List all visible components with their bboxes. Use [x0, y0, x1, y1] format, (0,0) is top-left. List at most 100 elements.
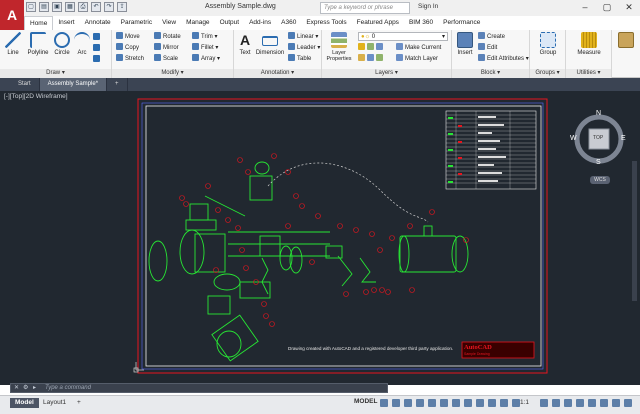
draw-extra-icon[interactable] [93, 44, 102, 53]
lock-icon[interactable] [576, 399, 584, 407]
layer-tools-icons[interactable] [358, 43, 385, 52]
insert-button[interactable]: Insert [454, 32, 476, 56]
share-icon[interactable]: ⇪ [117, 2, 127, 12]
create-button[interactable]: Create [478, 32, 505, 41]
text-button[interactable]: A Text [236, 32, 254, 56]
table-button[interactable]: Table [288, 54, 311, 63]
viewport-label[interactable]: [-][Top][2D Wireframe] [4, 93, 68, 100]
layer-properties-button[interactable]: Layer Properties [324, 32, 354, 62]
rotate-button[interactable]: Rotate [154, 32, 181, 41]
edit-button[interactable]: Edit [478, 43, 497, 52]
tab-a360[interactable]: A360 [276, 16, 301, 30]
close-icon[interactable]: ✕ [14, 384, 19, 392]
clean-screen-icon[interactable] [612, 399, 620, 407]
close-icon[interactable]: ✕ [618, 0, 640, 16]
utilities-panel-title[interactable]: Utilities ▾ [566, 69, 611, 78]
move-button[interactable]: Move [116, 32, 140, 41]
scale-button[interactable]: Scale [154, 54, 178, 63]
new-icon[interactable]: ▢ [26, 2, 36, 12]
layers-panel-title[interactable]: Layers ▾ [322, 69, 451, 78]
application-menu-button[interactable]: A [0, 0, 24, 30]
modify-panel-title[interactable]: Modify ▾ [112, 69, 233, 78]
isodraft-icon[interactable] [428, 399, 436, 407]
tab-model[interactable]: Model [10, 398, 39, 408]
stretch-button[interactable]: Stretch [116, 54, 144, 63]
tab-express-tools[interactable]: Express Tools [301, 16, 351, 30]
line-button[interactable]: Line [4, 32, 22, 56]
save-icon[interactable]: ▣ [52, 2, 62, 12]
undo-icon[interactable]: ↶ [91, 2, 101, 12]
tab-manage[interactable]: Manage [181, 16, 215, 30]
selection-cycling-icon[interactable] [488, 399, 496, 407]
drawing-canvas[interactable]: Drawing created with AutoCAD and a regis… [0, 91, 640, 385]
object-snap-icon[interactable] [452, 399, 460, 407]
clipboard-button[interactable] [616, 32, 636, 50]
wrench-icon[interactable]: ⚙ [23, 384, 28, 392]
tab-start[interactable]: Start [0, 78, 40, 91]
viewcube[interactable]: TOP N S E W WCS [568, 108, 630, 184]
layer-dropdown[interactable]: ●☼ 0 ▾ [358, 32, 448, 41]
transparency-icon[interactable] [476, 399, 484, 407]
tab-parametric[interactable]: Parametric [116, 16, 157, 30]
draw-extra-icon[interactable] [93, 33, 102, 42]
trim-button[interactable]: Trim ▾ [192, 32, 217, 41]
ortho-icon[interactable] [404, 399, 412, 407]
group-button[interactable]: Group [534, 32, 562, 56]
annotation-visibility-icon[interactable] [500, 399, 508, 407]
print-icon[interactable]: ⎙ [78, 2, 88, 12]
tab-view[interactable]: View [157, 16, 181, 30]
dimension-button[interactable]: Dimension [254, 32, 286, 56]
search-input[interactable]: Type a keyword or phrase [320, 2, 410, 14]
hardware-acceleration-icon[interactable] [600, 399, 608, 407]
tab-bim360[interactable]: BIM 360 [404, 16, 438, 30]
command-input[interactable]: Type a command [45, 385, 91, 391]
lineweight-icon[interactable] [464, 399, 472, 407]
tab-assembly-sample[interactable]: Assembly Sample* [39, 78, 108, 91]
linear-button[interactable]: Linear ▾ [288, 32, 318, 41]
polyline-button[interactable]: Polyline [24, 32, 52, 56]
tab-output[interactable]: Output [215, 16, 245, 30]
model-space-button[interactable]: MODEL [354, 398, 377, 405]
arc-button[interactable]: Arc [74, 32, 90, 56]
measure-button[interactable]: Measure [572, 32, 606, 56]
redo-icon[interactable]: ↷ [104, 2, 114, 12]
layer-tools-icons-2[interactable] [358, 54, 385, 63]
isolate-icon[interactable] [588, 399, 596, 407]
compass-west[interactable]: W [570, 135, 577, 142]
autoscale-icon[interactable] [512, 399, 520, 407]
minimize-icon[interactable]: – [574, 0, 596, 16]
maximize-icon[interactable]: ▢ [596, 0, 618, 16]
block-panel-title[interactable]: Block ▾ [452, 69, 529, 78]
edit-attributes-button[interactable]: Edit Attributes ▾ [478, 54, 529, 63]
compass-south[interactable]: S [596, 159, 601, 166]
leader-button[interactable]: Leader ▾ [288, 43, 320, 52]
tab-insert[interactable]: Insert [53, 16, 79, 30]
viewcube-top-label[interactable]: TOP [593, 135, 603, 141]
tab-performance[interactable]: Performance [438, 16, 485, 30]
polar-icon[interactable] [416, 399, 424, 407]
tab-add-ins[interactable]: Add-ins [244, 16, 276, 30]
circle-button[interactable]: Circle [52, 32, 72, 56]
add-layout-button[interactable]: + [72, 398, 86, 408]
new-tab-button[interactable]: + [107, 78, 128, 91]
command-line[interactable]: ✕ ⚙ ▸ Type a command [10, 383, 388, 393]
tab-layout1[interactable]: Layout1 [38, 398, 71, 408]
saveas-icon[interactable]: ▦ [65, 2, 75, 12]
gear-icon[interactable] [540, 399, 548, 407]
open-icon[interactable]: ▤ [39, 2, 49, 12]
draw-extra-icon[interactable] [93, 55, 102, 64]
array-button[interactable]: Array ▾ [192, 54, 220, 63]
tab-featured-apps[interactable]: Featured Apps [352, 16, 404, 30]
sign-in-link[interactable]: Sign In [418, 3, 438, 10]
groups-panel-title[interactable]: Groups ▾ [530, 69, 565, 78]
customization-icon[interactable] [624, 399, 632, 407]
tab-home[interactable]: Home [24, 16, 54, 30]
annotation-panel-title[interactable]: Annotation ▾ [234, 69, 321, 78]
grid-icon[interactable] [380, 399, 388, 407]
mirror-button[interactable]: Mirror [154, 43, 179, 52]
make-current-button[interactable]: Make Current [396, 43, 441, 52]
plus-icon[interactable] [552, 399, 560, 407]
tab-annotate[interactable]: Annotate [80, 16, 116, 30]
match-layer-button[interactable]: Match Layer [396, 54, 438, 63]
snap-icon[interactable] [392, 399, 400, 407]
